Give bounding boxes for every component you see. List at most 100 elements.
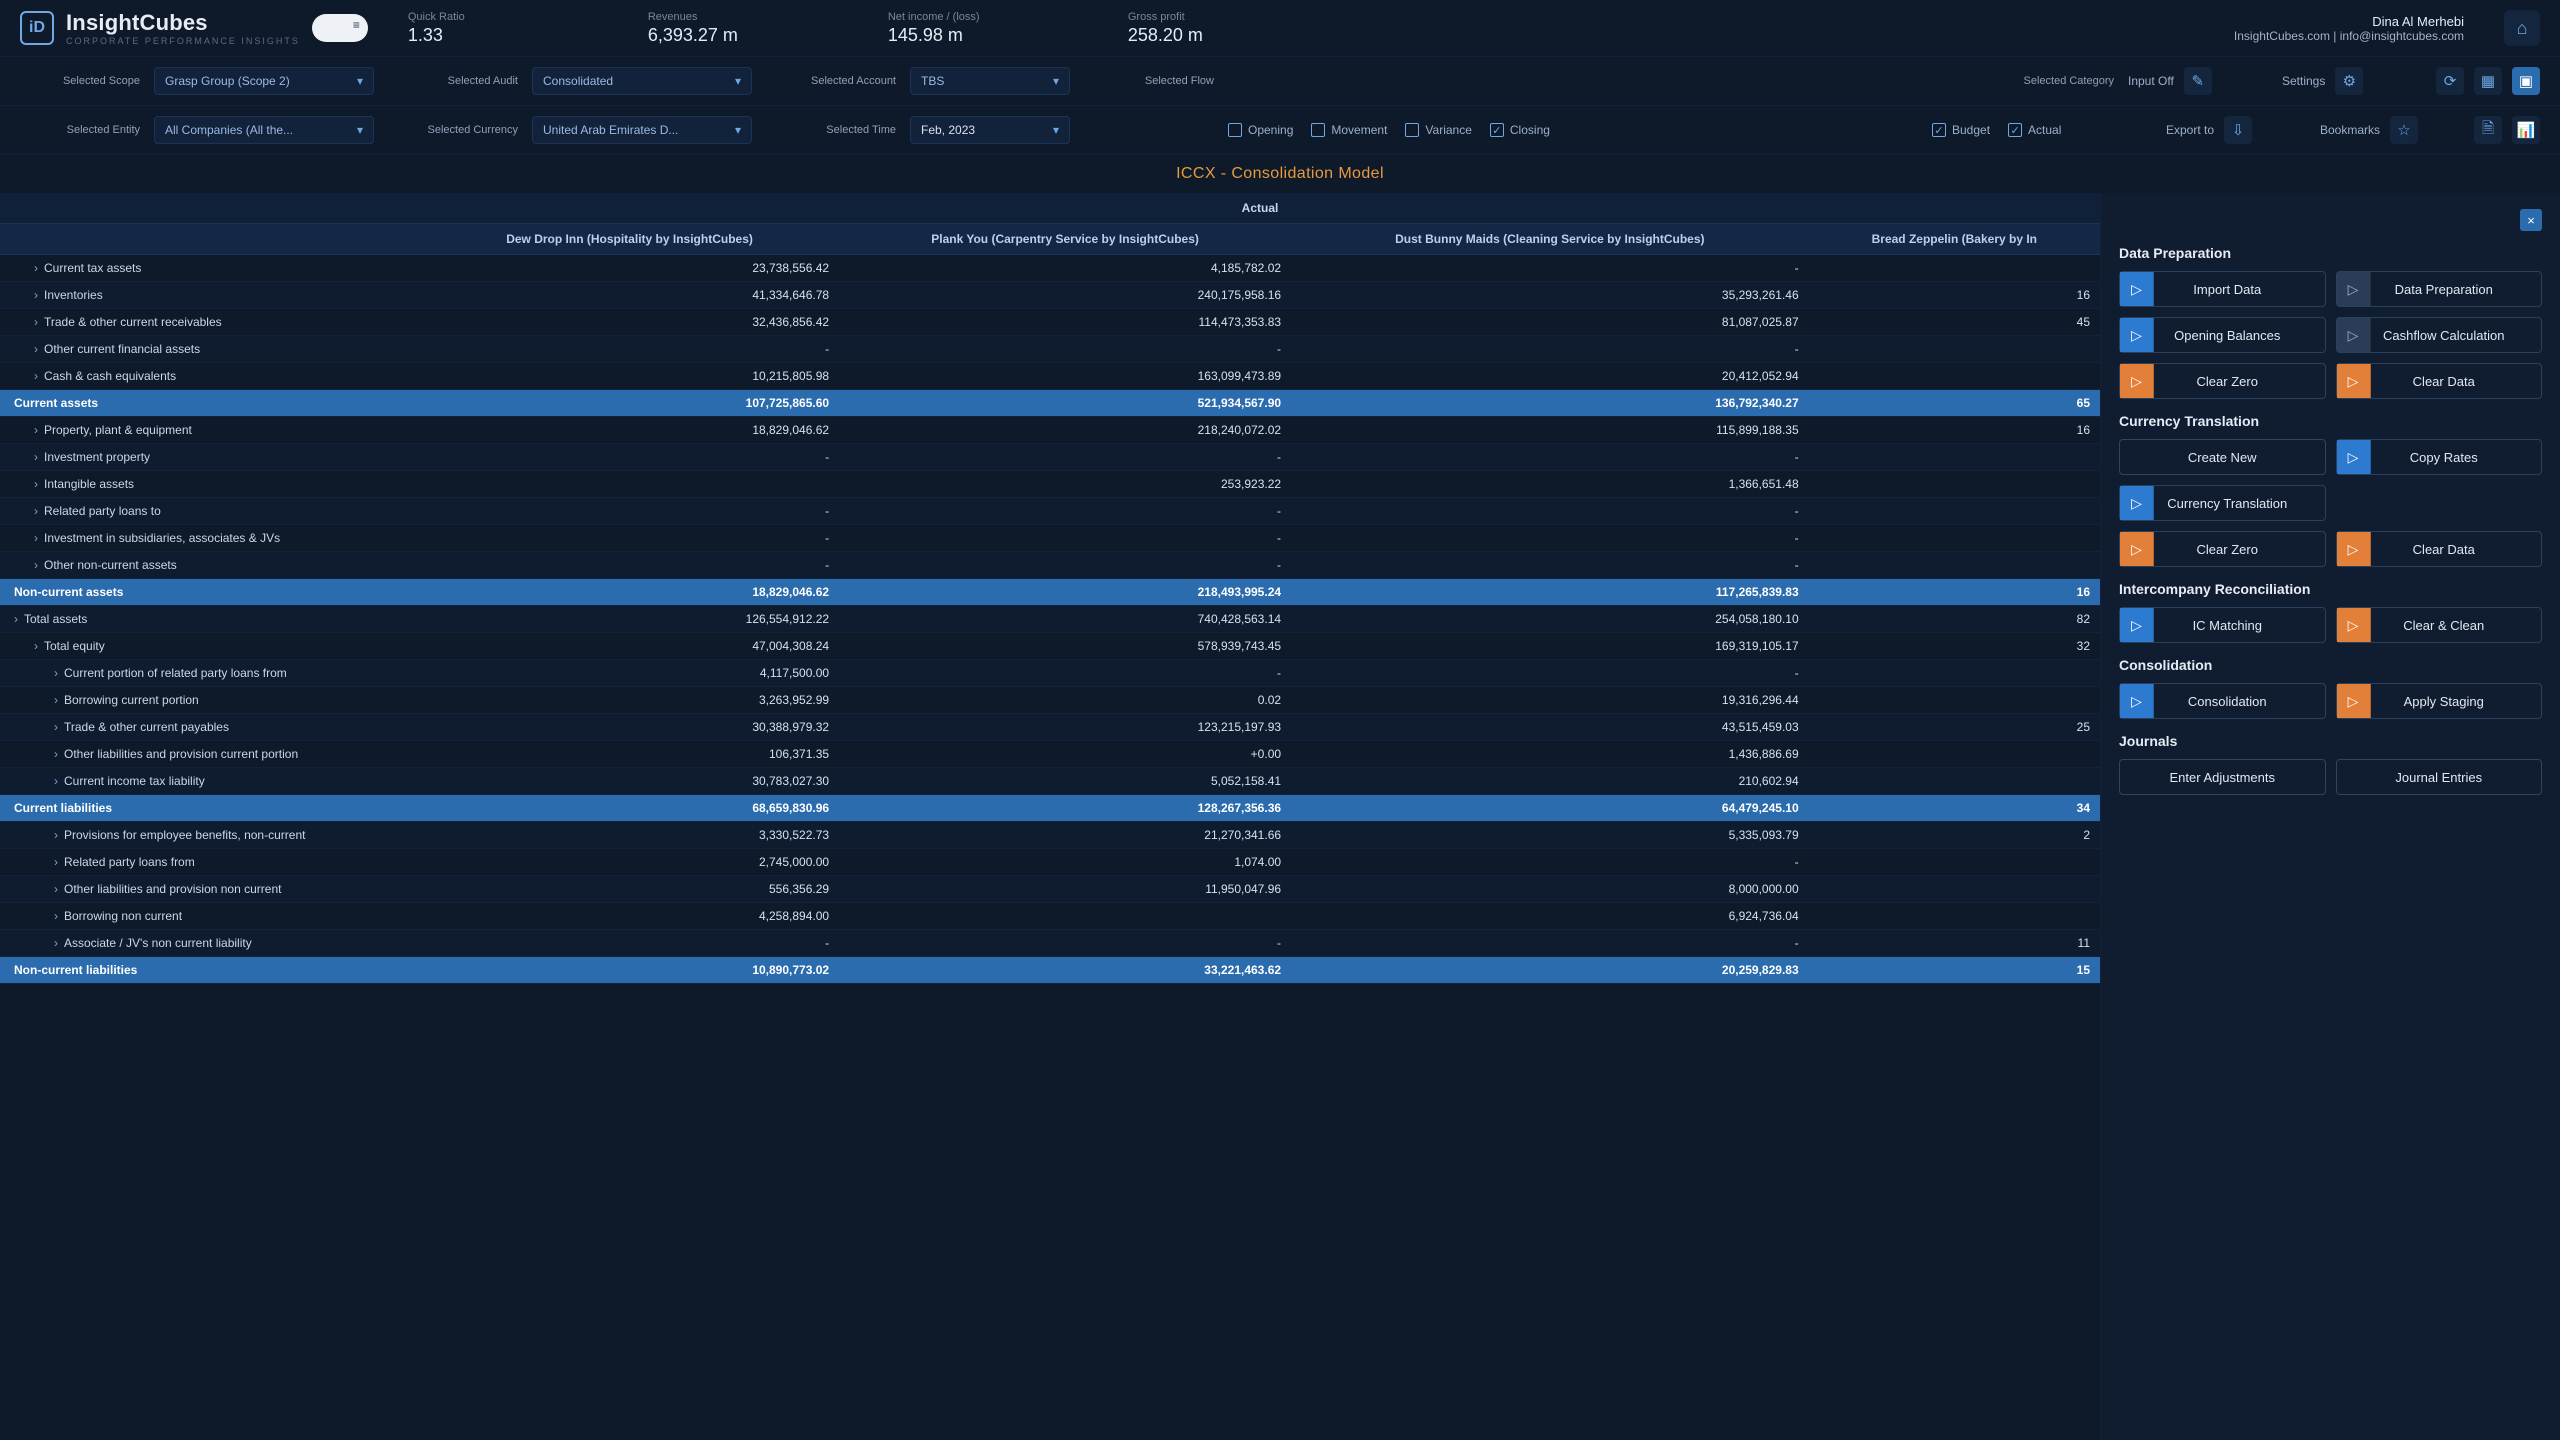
account-cell[interactable]: ›Trade & other current payables bbox=[0, 714, 420, 741]
table-row[interactable]: ›Trade & other current receivables32,436… bbox=[0, 309, 2100, 336]
action-button[interactable]: ▷Opening Balances bbox=[2119, 317, 2326, 353]
table-row[interactable]: ›Associate / JV's non current liability-… bbox=[0, 930, 2100, 957]
account-cell[interactable]: ›Other liabilities and provision current… bbox=[0, 741, 420, 768]
action-button[interactable]: ▷Clear Data bbox=[2336, 531, 2543, 567]
table-row[interactable]: ›Trade & other current payables30,388,97… bbox=[0, 714, 2100, 741]
table-row[interactable]: ›Investment in subsidiaries, associates … bbox=[0, 525, 2100, 552]
action-button[interactable]: ▷Data Preparation bbox=[2336, 271, 2543, 307]
audit-select[interactable]: Consolidated▾ bbox=[532, 67, 752, 95]
expand-icon[interactable]: › bbox=[14, 612, 18, 626]
account-select[interactable]: TBS▾ bbox=[910, 67, 1070, 95]
table-row[interactable]: Current liabilities68,659,830.96128,267,… bbox=[0, 795, 2100, 822]
account-cell[interactable]: ›Current income tax liability bbox=[0, 768, 420, 795]
expand-icon[interactable]: › bbox=[34, 261, 38, 275]
expand-icon[interactable]: › bbox=[34, 288, 38, 302]
expand-icon[interactable]: › bbox=[34, 558, 38, 572]
scope-select[interactable]: Grasp Group (Scope 2)▾ bbox=[154, 67, 374, 95]
expand-icon[interactable]: › bbox=[54, 909, 58, 923]
expand-icon[interactable]: › bbox=[34, 369, 38, 383]
account-cell[interactable]: ›Total assets bbox=[0, 606, 420, 633]
account-cell[interactable]: ›Property, plant & equipment bbox=[0, 417, 420, 444]
account-cell[interactable]: ›Inventories bbox=[0, 282, 420, 309]
table-row[interactable]: ›Other current financial assets--- bbox=[0, 336, 2100, 363]
action-button[interactable]: ▷Clear Zero bbox=[2119, 531, 2326, 567]
entity-select[interactable]: All Companies (All the...▾ bbox=[154, 116, 374, 144]
action-button[interactable]: ▷Clear & Clean bbox=[2336, 607, 2543, 643]
close-panel-button[interactable]: × bbox=[2520, 209, 2542, 231]
action-button[interactable]: Enter Adjustments bbox=[2119, 759, 2326, 795]
chk-opening[interactable]: Opening bbox=[1228, 123, 1293, 137]
account-cell[interactable]: ›Current tax assets bbox=[0, 255, 420, 282]
expand-icon[interactable]: › bbox=[54, 936, 58, 950]
chk-actual[interactable]: ✓Actual bbox=[2008, 123, 2061, 137]
chk-variance[interactable]: Variance bbox=[1405, 123, 1471, 137]
table-row[interactable]: Current assets107,725,865.60521,934,567.… bbox=[0, 390, 2100, 417]
table-row[interactable]: ›Current income tax liability30,783,027.… bbox=[0, 768, 2100, 795]
expand-icon[interactable]: › bbox=[34, 423, 38, 437]
action-button[interactable]: Create New bbox=[2119, 439, 2326, 475]
bookmark-icon[interactable]: ☆ bbox=[2390, 116, 2418, 144]
expand-icon[interactable]: › bbox=[34, 477, 38, 491]
table-row[interactable]: ›Borrowing non current4,258,894.006,924,… bbox=[0, 903, 2100, 930]
table-row[interactable]: ›Investment property--- bbox=[0, 444, 2100, 471]
action-button[interactable]: Journal Entries bbox=[2336, 759, 2543, 795]
table-row[interactable]: ›Intangible assets253,923.221,366,651.48 bbox=[0, 471, 2100, 498]
account-cell[interactable]: ›Intangible assets bbox=[0, 471, 420, 498]
table-row[interactable]: ›Current tax assets23,738,556.424,185,78… bbox=[0, 255, 2100, 282]
account-cell[interactable]: ›Current portion of related party loans … bbox=[0, 660, 420, 687]
time-select[interactable]: Feb, 2023▾ bbox=[910, 116, 1070, 144]
account-cell[interactable]: ›Related party loans to bbox=[0, 498, 420, 525]
table-row[interactable]: Non-current liabilities10,890,773.0233,2… bbox=[0, 957, 2100, 984]
home-icon[interactable]: ⌂ bbox=[2504, 10, 2540, 46]
account-cell[interactable]: Non-current assets bbox=[0, 579, 420, 606]
chk-movement[interactable]: Movement bbox=[1311, 123, 1387, 137]
table-row[interactable]: ›Inventories41,334,646.78240,175,958.163… bbox=[0, 282, 2100, 309]
chart-icon[interactable]: 📊 bbox=[2512, 116, 2540, 144]
expand-icon[interactable]: › bbox=[54, 720, 58, 734]
table-row[interactable]: Non-current assets18,829,046.62218,493,9… bbox=[0, 579, 2100, 606]
action-button[interactable]: ▷Import Data bbox=[2119, 271, 2326, 307]
table-row[interactable]: ›Cash & cash equivalents10,215,805.98163… bbox=[0, 363, 2100, 390]
expand-icon[interactable]: › bbox=[54, 855, 58, 869]
action-button[interactable]: ▷Clear Data bbox=[2336, 363, 2543, 399]
account-cell[interactable]: Current liabilities bbox=[0, 795, 420, 822]
table-row[interactable]: ›Total assets126,554,912.22740,428,563.1… bbox=[0, 606, 2100, 633]
col-header-2[interactable]: Dust Bunny Maids (Cleaning Service by In… bbox=[1291, 224, 1809, 255]
account-cell[interactable]: Non-current liabilities bbox=[0, 957, 420, 984]
table-row[interactable]: ›Other liabilities and provision non cur… bbox=[0, 876, 2100, 903]
account-cell[interactable]: ›Related party loans from bbox=[0, 849, 420, 876]
expand-icon[interactable]: › bbox=[54, 693, 58, 707]
action-button[interactable]: ▷Consolidation bbox=[2119, 683, 2326, 719]
account-cell[interactable]: Current assets bbox=[0, 390, 420, 417]
expand-icon[interactable]: › bbox=[34, 531, 38, 545]
table-row[interactable]: ›Other non-current assets--- bbox=[0, 552, 2100, 579]
expand-icon[interactable]: › bbox=[54, 666, 58, 680]
col-header-0[interactable]: Dew Drop Inn (Hospitality by InsightCube… bbox=[420, 224, 839, 255]
col-header-1[interactable]: Plank You (Carpentry Service by InsightC… bbox=[839, 224, 1291, 255]
chk-budget[interactable]: ✓Budget bbox=[1932, 123, 1990, 137]
expand-icon[interactable]: › bbox=[54, 774, 58, 788]
account-cell[interactable]: ›Trade & other current receivables bbox=[0, 309, 420, 336]
table-row[interactable]: ›Provisions for employee benefits, non-c… bbox=[0, 822, 2100, 849]
table-row[interactable]: ›Other liabilities and provision current… bbox=[0, 741, 2100, 768]
action-button[interactable]: ▷Apply Staging bbox=[2336, 683, 2543, 719]
expand-icon[interactable]: › bbox=[34, 504, 38, 518]
table-row[interactable]: ›Property, plant & equipment18,829,046.6… bbox=[0, 417, 2100, 444]
refresh-icon[interactable]: ⟳ bbox=[2436, 67, 2464, 95]
pencil-icon[interactable]: ✎ bbox=[2184, 67, 2212, 95]
chk-closing[interactable]: ✓Closing bbox=[1490, 123, 1550, 137]
expand-icon[interactable]: › bbox=[34, 639, 38, 653]
doc-icon[interactable]: 🗎 bbox=[2474, 116, 2502, 144]
table-row[interactable]: ›Related party loans to--- bbox=[0, 498, 2100, 525]
action-button[interactable]: ▷Cashflow Calculation bbox=[2336, 317, 2543, 353]
account-cell[interactable]: ›Borrowing current portion bbox=[0, 687, 420, 714]
gear-icon[interactable]: ⚙ bbox=[2335, 67, 2363, 95]
account-cell[interactable]: ›Borrowing non current bbox=[0, 903, 420, 930]
account-cell[interactable]: ›Other non-current assets bbox=[0, 552, 420, 579]
expand-icon[interactable]: › bbox=[34, 315, 38, 329]
account-cell[interactable]: ›Cash & cash equivalents bbox=[0, 363, 420, 390]
panel-toggle-icon[interactable]: ▣ bbox=[2512, 67, 2540, 95]
action-button[interactable]: ▷Copy Rates bbox=[2336, 439, 2543, 475]
col-header-3[interactable]: Bread Zeppelin (Bakery by In bbox=[1809, 224, 2100, 255]
account-cell[interactable]: ›Total equity bbox=[0, 633, 420, 660]
